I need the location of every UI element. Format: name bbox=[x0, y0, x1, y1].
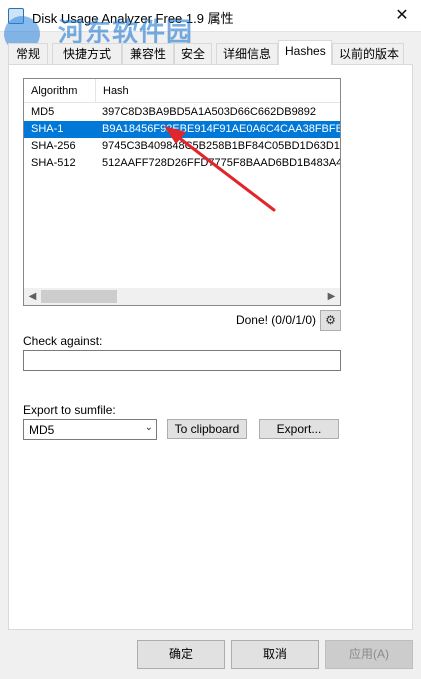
tab-general[interactable]: 常规 bbox=[8, 43, 48, 64]
hash-cell: 9745C3B409848C5B258B1BF84C05BD1D63D1 bbox=[102, 140, 340, 152]
title-bar: Disk Usage Analyzer Free 1.9 属性 ✕ bbox=[0, 0, 421, 32]
tab-strip: 常规 快捷方式 兼容性 安全 详细信息 Hashes 以前的版本 bbox=[8, 40, 413, 65]
ok-button[interactable]: 确定 bbox=[137, 640, 225, 669]
scroll-right-icon[interactable]: ▶ bbox=[323, 288, 340, 305]
hash-row-sha1[interactable]: SHA-1 B9A18456F93EBE914F91AE0A6C4CAA38FB… bbox=[24, 121, 340, 138]
window-title: Disk Usage Analyzer Free 1.9 属性 bbox=[32, 11, 234, 26]
tab-compatibility[interactable]: 兼容性 bbox=[122, 43, 174, 64]
tab-details[interactable]: 详细信息 bbox=[216, 43, 278, 64]
export-format-select[interactable]: MD5 ⌄ bbox=[23, 419, 157, 440]
tab-security[interactable]: 安全 bbox=[174, 43, 212, 64]
check-against-label: Check against: bbox=[23, 334, 103, 348]
scroll-left-icon[interactable]: ◀ bbox=[24, 288, 41, 305]
app-icon bbox=[8, 8, 24, 24]
export-button[interactable]: Export... bbox=[259, 419, 339, 439]
algorithm-cell: SHA-1 bbox=[31, 123, 64, 135]
cancel-button[interactable]: 取消 bbox=[231, 640, 319, 669]
scrollbar-thumb[interactable] bbox=[41, 290, 117, 303]
algorithm-cell: SHA-256 bbox=[31, 140, 76, 152]
hash-row-sha256[interactable]: SHA-256 9745C3B409848C5B258B1BF84C05BD1D… bbox=[24, 138, 340, 155]
status-text: Done! (0/0/1/0) bbox=[235, 313, 316, 327]
apply-button[interactable]: 应用(A) bbox=[325, 640, 413, 669]
hash-list[interactable]: Algorithm Hash MD5 397C8D3BA9BD5A1A503D6… bbox=[23, 78, 341, 306]
horizontal-scrollbar[interactable]: ◀ ▶ bbox=[24, 288, 340, 305]
tab-hashes[interactable]: Hashes bbox=[278, 40, 332, 65]
hash-cell: 512AAFF728D26FFD7775F8BAAD6BD1B483A4 bbox=[102, 157, 340, 169]
hash-row-md5[interactable]: MD5 397C8D3BA9BD5A1A503D66C662DB9892 bbox=[24, 104, 340, 121]
column-header-hash[interactable]: Hash bbox=[96, 79, 340, 103]
chevron-down-icon: ⌄ bbox=[144, 422, 153, 433]
settings-gear-button[interactable]: ⚙ bbox=[320, 310, 341, 331]
tab-shortcut[interactable]: 快捷方式 bbox=[52, 43, 122, 64]
export-label: Export to sumfile: bbox=[23, 403, 116, 417]
hash-list-header: Algorithm Hash bbox=[24, 79, 340, 103]
close-button[interactable]: ✕ bbox=[383, 0, 421, 31]
to-clipboard-button[interactable]: To clipboard bbox=[167, 419, 247, 439]
tab-previous-versions[interactable]: 以前的版本 bbox=[332, 43, 404, 64]
hash-row-sha512[interactable]: SHA-512 512AAFF728D26FFD7775F8BAAD6BD1B4… bbox=[24, 155, 340, 172]
column-header-algorithm[interactable]: Algorithm bbox=[24, 79, 96, 103]
hash-cell: 397C8D3BA9BD5A1A503D66C662DB9892 bbox=[102, 106, 317, 118]
check-against-input[interactable] bbox=[23, 350, 341, 371]
export-format-value: MD5 bbox=[29, 423, 55, 437]
hash-cell: B9A18456F93EBE914F91AE0A6C4CAA38FBFB6 bbox=[102, 123, 340, 135]
algorithm-cell: MD5 bbox=[31, 106, 55, 118]
algorithm-cell: SHA-512 bbox=[31, 157, 76, 169]
